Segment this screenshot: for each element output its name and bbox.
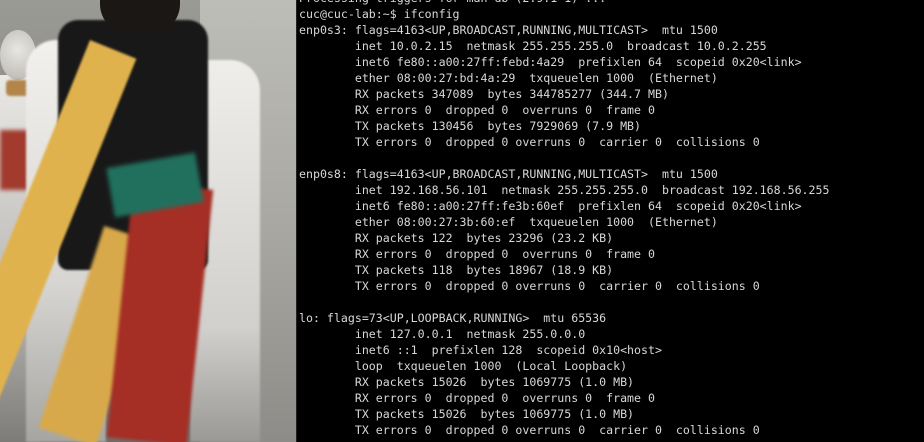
terminal-line: lo: flags=73<UP,LOOPBACK,RUNNING> mtu 65…	[299, 311, 607, 325]
terminal-line: TX packets 118 bytes 18967 (18.9 KB)	[299, 263, 614, 277]
terminal-line: TX errors 0 dropped 0 overruns 0 carrier…	[299, 279, 760, 293]
terminal-line: inet 127.0.0.1 netmask 255.0.0.0	[299, 327, 586, 341]
terminal-line: RX packets 347089 bytes 344785277 (344.7…	[299, 87, 669, 101]
terminal-line: enp0s8: flags=4163<UP,BROADCAST,RUNNING,…	[299, 167, 718, 181]
dancer-photo	[0, 0, 296, 442]
terminal-line: RX errors 0 dropped 0 overruns 0 frame 0	[299, 247, 655, 261]
terminal-line: TX packets 15026 bytes 1069775 (1.0 MB)	[299, 407, 635, 421]
terminal-line: inet 10.0.2.15 netmask 255.255.255.0 bro…	[299, 39, 767, 53]
terminal-output[interactable]: Processing triggers for man-db (2.9.1-1)…	[296, 0, 924, 442]
terminal-line: inet6 ::1 prefixlen 128 scopeid 0x10<hos…	[299, 343, 662, 357]
terminal-prompt-line: cuc@cuc-lab:~$ ifconfig	[299, 7, 460, 21]
terminal-line: loop txqueuelen 1000 (Local Loopback)	[299, 359, 628, 373]
terminal-line: RX errors 0 dropped 0 overruns 0 frame 0	[299, 391, 655, 405]
terminal-line: TX packets 130456 bytes 7929069 (7.9 MB)	[299, 119, 642, 133]
terminal-line: RX packets 122 bytes 23296 (23.2 KB)	[299, 231, 614, 245]
terminal-line: TX errors 0 dropped 0 overruns 0 carrier…	[299, 135, 760, 149]
terminal-line: inet6 fe80::a00:27ff:fe3b:60ef prefixlen…	[299, 199, 802, 213]
terminal-line: ether 08:00:27:3b:60:ef txqueuelen 1000 …	[299, 215, 718, 229]
terminal-line: ether 08:00:27:bd:4a:29 txqueuelen 1000 …	[299, 71, 718, 85]
terminal-line: TX errors 0 dropped 0 overruns 0 carrier…	[299, 423, 760, 437]
terminal-line: inet 192.168.56.101 netmask 255.255.255.…	[299, 183, 830, 197]
terminal-line: RX packets 15026 bytes 1069775 (1.0 MB)	[299, 375, 635, 389]
terminal-line: RX errors 0 dropped 0 overruns 0 frame 0	[299, 103, 655, 117]
terminal-line: enp0s3: flags=4163<UP,BROADCAST,RUNNING,…	[299, 23, 718, 37]
terminal-line: inet6 fe80::a00:27ff:febd:4a29 prefixlen…	[299, 55, 802, 69]
